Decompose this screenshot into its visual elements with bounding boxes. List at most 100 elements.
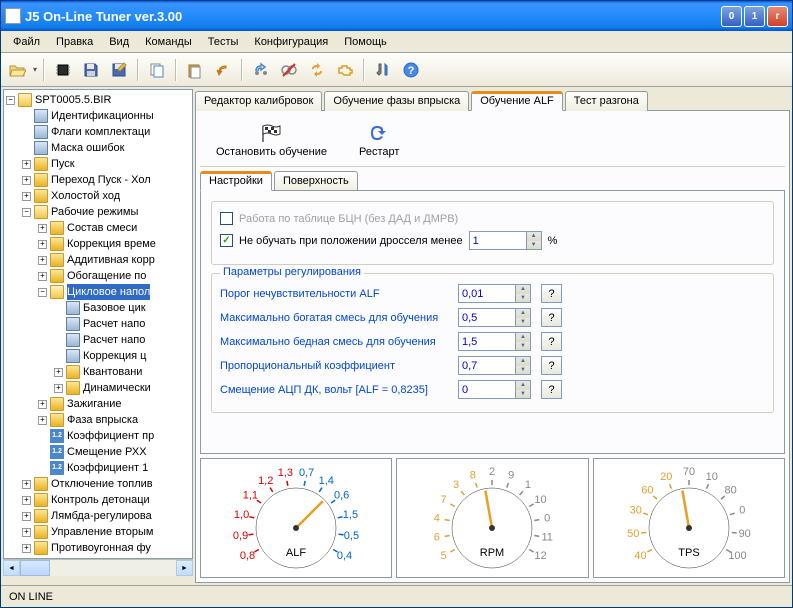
- gauge-tps: 4050306020701080090100TPS: [593, 458, 785, 578]
- tree-item[interactable]: +Динамически: [6, 380, 190, 396]
- tree-item[interactable]: 1.2Коэффициент пр: [6, 428, 190, 444]
- tree-item[interactable]: Маска ошибок: [6, 140, 190, 156]
- throttle-checkbox[interactable]: [220, 234, 233, 247]
- engine-icon[interactable]: [333, 58, 357, 82]
- menu-Правка[interactable]: Правка: [48, 34, 101, 50]
- tab-0[interactable]: Редактор калибровок: [195, 91, 322, 111]
- menu-Вид[interactable]: Вид: [101, 34, 137, 50]
- param-input[interactable]: [459, 285, 515, 302]
- tab-2[interactable]: Обучение ALF: [471, 91, 563, 111]
- tree-item[interactable]: +Контроль детонаци: [6, 492, 190, 508]
- svg-text:80: 80: [724, 485, 736, 497]
- param-label: Максимально бедная смесь для обучения: [220, 336, 452, 348]
- menu-Тесты[interactable]: Тесты: [200, 34, 247, 50]
- help-icon[interactable]: ?: [399, 58, 423, 82]
- tools-icon[interactable]: [371, 58, 395, 82]
- tree-scrollbar[interactable]: ◄►: [3, 559, 193, 576]
- tree-item[interactable]: Расчет напо: [6, 316, 190, 332]
- tree-view[interactable]: −SPT0005.5.BIRИдентификационныФлаги комп…: [3, 89, 193, 559]
- menu-Команды[interactable]: Команды: [137, 34, 200, 50]
- save-as-icon[interactable]: [107, 58, 131, 82]
- svg-text:1: 1: [525, 479, 531, 491]
- param-row-3: Пропорциональный коэффициент ▲▼?: [220, 356, 765, 375]
- throttle-input[interactable]: [470, 232, 526, 249]
- tree-item[interactable]: +Холостой ход: [6, 188, 190, 204]
- tree-item[interactable]: +Пуск: [6, 156, 190, 172]
- tree-item[interactable]: +Лямбда-регулирова: [6, 508, 190, 524]
- tree-item[interactable]: +Состав смеси: [6, 220, 190, 236]
- subtab-0[interactable]: Настройки: [200, 171, 272, 191]
- svg-text:12: 12: [535, 550, 547, 562]
- chip-icon[interactable]: [51, 58, 75, 82]
- tree-item[interactable]: 1.2Коэффициент 1: [6, 460, 190, 476]
- stop-learning-button[interactable]: Остановить обучение: [210, 117, 333, 164]
- svg-text:90: 90: [738, 528, 750, 540]
- window-title: J5 On-Line Tuner ver.3.00: [25, 9, 721, 24]
- connect-icon[interactable]: [249, 58, 273, 82]
- tree-item[interactable]: Расчет напо: [6, 332, 190, 348]
- paste-icon[interactable]: [183, 58, 207, 82]
- menu-Файл[interactable]: Файл: [5, 34, 48, 50]
- svg-text:7: 7: [441, 494, 447, 506]
- help-button[interactable]: ?: [541, 284, 562, 303]
- svg-text:0,6: 0,6: [334, 490, 349, 502]
- maximize-button[interactable]: 1: [744, 6, 765, 27]
- tab-3[interactable]: Тест разгона: [565, 91, 648, 111]
- minimize-button[interactable]: 0: [721, 6, 742, 27]
- tab-1[interactable]: Обучение фазы впрыска: [324, 91, 469, 111]
- save-icon[interactable]: [79, 58, 103, 82]
- tree-item[interactable]: Флаги комплектаци: [6, 124, 190, 140]
- tree-item[interactable]: +Фаза впрыска: [6, 412, 190, 428]
- param-input[interactable]: [459, 357, 515, 374]
- param-spinner[interactable]: ▲▼: [458, 332, 531, 351]
- param-label: Пропорциональный коэффициент: [220, 360, 452, 372]
- bcn-checkbox[interactable]: [220, 212, 233, 225]
- sync-icon[interactable]: [305, 58, 329, 82]
- tree-item[interactable]: +Зажигание: [6, 396, 190, 412]
- help-button[interactable]: ?: [541, 356, 562, 375]
- tree-item[interactable]: +Переход Пуск - Хол: [6, 172, 190, 188]
- close-button[interactable]: r: [767, 6, 788, 27]
- param-spinner[interactable]: ▲▼: [458, 284, 531, 303]
- tree-item[interactable]: +Обогащение по: [6, 268, 190, 284]
- tree-item[interactable]: +Квантовани: [6, 364, 190, 380]
- param-spinner[interactable]: ▲▼: [458, 380, 531, 399]
- help-button[interactable]: ?: [541, 380, 562, 399]
- tree-item[interactable]: Базовое цик: [6, 300, 190, 316]
- open-icon[interactable]: [5, 58, 29, 82]
- copy-icon[interactable]: [145, 58, 169, 82]
- svg-text:0,4: 0,4: [337, 550, 352, 562]
- restart-label: Рестарт: [359, 146, 399, 158]
- throttle-spinner[interactable]: ▲▼: [469, 231, 542, 250]
- tree-item[interactable]: +Аддитивная корр: [6, 252, 190, 268]
- help-button[interactable]: ?: [541, 308, 562, 327]
- tree-item[interactable]: Идентификационны: [6, 108, 190, 124]
- svg-text:40: 40: [634, 550, 646, 562]
- param-input[interactable]: [459, 309, 515, 326]
- disconnect-icon[interactable]: [277, 58, 301, 82]
- tree-item[interactable]: +Управление вторым: [6, 524, 190, 540]
- tree-item[interactable]: −Цикловое напол: [6, 284, 190, 300]
- subtab-1[interactable]: Поверхность: [274, 171, 358, 191]
- tree-item[interactable]: +Противоугонная фу: [6, 540, 190, 556]
- param-spinner[interactable]: ▲▼: [458, 356, 531, 375]
- tree-item[interactable]: +Коррекция време: [6, 236, 190, 252]
- restart-button[interactable]: Рестарт: [353, 117, 405, 164]
- title-bar[interactable]: J5 On-Line Tuner ver.3.00 0 1 r: [1, 1, 792, 31]
- app-window: J5 On-Line Tuner ver.3.00 0 1 r ФайлПрав…: [0, 0, 793, 608]
- tree-item[interactable]: +Отключение топлив: [6, 476, 190, 492]
- svg-text:0: 0: [739, 505, 745, 517]
- param-spinner[interactable]: ▲▼: [458, 308, 531, 327]
- bcn-label: Работа по таблице БЦН (без ДАД и ДМРВ): [239, 213, 458, 225]
- param-input[interactable]: [459, 333, 515, 350]
- param-label: Максимально богатая смесь для обучения: [220, 312, 452, 324]
- undo-icon[interactable]: [211, 58, 235, 82]
- menu-Конфигурация[interactable]: Конфигурация: [246, 34, 336, 50]
- tree-item[interactable]: Коррекция ц: [6, 348, 190, 364]
- svg-text:8: 8: [470, 469, 476, 481]
- tree-item[interactable]: 1.2Смещение РХХ: [6, 444, 190, 460]
- param-input[interactable]: [459, 381, 515, 398]
- help-button[interactable]: ?: [541, 332, 562, 351]
- menu-Помощь[interactable]: Помощь: [336, 34, 395, 50]
- tree-item[interactable]: −Рабочие режимы: [6, 204, 190, 220]
